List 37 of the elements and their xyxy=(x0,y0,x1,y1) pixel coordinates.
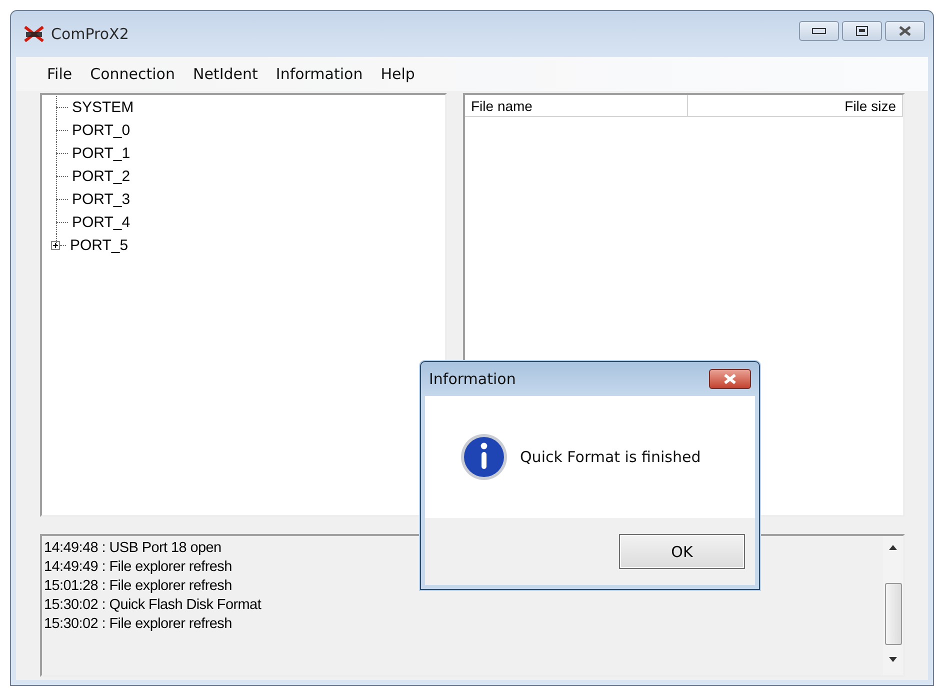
close-icon xyxy=(898,25,912,37)
tree-item[interactable]: PORT_3 xyxy=(72,191,130,208)
column-header[interactable]: File name xyxy=(465,95,688,117)
close-button[interactable] xyxy=(709,369,751,389)
scroll-up-icon[interactable] xyxy=(889,544,897,550)
dialog-title: Information xyxy=(429,370,516,388)
info-icon xyxy=(460,433,508,481)
minimize-icon xyxy=(812,28,826,34)
menu-item[interactable]: File xyxy=(38,65,82,83)
close-icon xyxy=(723,373,737,385)
log-line: 15:01:28 : File explorer refresh xyxy=(44,577,232,596)
scroll-down-icon[interactable] xyxy=(889,657,897,663)
minimize-button[interactable] xyxy=(799,21,839,41)
menu-item[interactable]: Connection xyxy=(81,65,184,83)
log-line: 15:30:02 : File explorer refresh xyxy=(44,615,232,634)
maximize-button[interactable] xyxy=(842,21,882,41)
tree-item[interactable]: PORT_5 xyxy=(70,237,128,254)
tree-item[interactable]: PORT_1 xyxy=(72,145,130,162)
ok-button[interactable]: OK xyxy=(619,534,745,569)
scroll-thumb[interactable] xyxy=(885,583,902,645)
window-title: ComProX2 xyxy=(51,25,130,43)
tree-item[interactable]: PORT_0 xyxy=(72,122,130,139)
close-button[interactable] xyxy=(885,21,925,41)
column-header[interactable]: File size xyxy=(688,95,903,117)
log-line: 14:49:49 : File explorer refresh xyxy=(44,558,232,577)
logo-icon xyxy=(23,26,45,42)
tree-item[interactable]: PORT_2 xyxy=(72,168,130,185)
menu-item[interactable]: Help xyxy=(372,65,424,83)
dialog-message: Quick Format is finished xyxy=(520,448,701,466)
maximize-icon xyxy=(856,26,868,36)
menu-item[interactable]: Information xyxy=(266,65,372,83)
log-line: 15:30:02 : Quick Flash Disk Format xyxy=(44,596,262,615)
tree-item[interactable]: SYSTEM xyxy=(72,99,134,116)
menu-item[interactable]: NetIdent xyxy=(184,65,267,83)
log-line: 14:49:48 : USB Port 18 open xyxy=(44,539,222,558)
expand-icon[interactable] xyxy=(51,241,60,250)
tree-item[interactable]: PORT_4 xyxy=(72,214,130,231)
